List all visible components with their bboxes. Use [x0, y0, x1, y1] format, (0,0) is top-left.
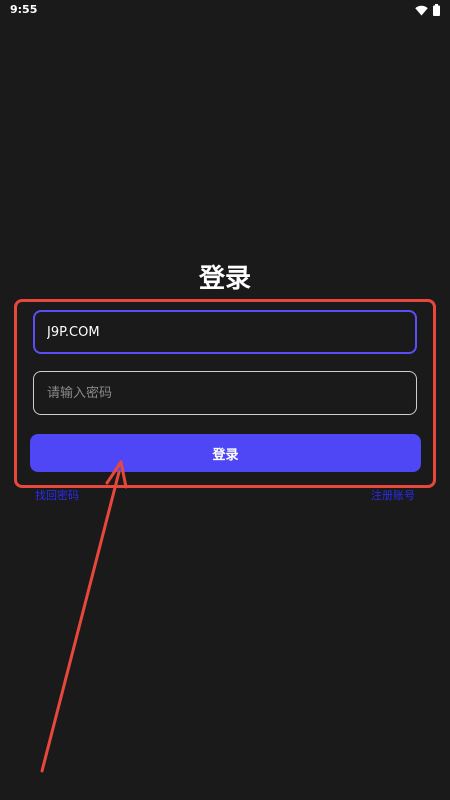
- status-bar: 9:55: [0, 0, 450, 20]
- password-input[interactable]: [33, 371, 417, 415]
- login-button[interactable]: 登录: [30, 434, 421, 472]
- battery-icon: [433, 4, 440, 16]
- wifi-icon: [415, 5, 428, 16]
- username-input[interactable]: [33, 310, 417, 354]
- page-title: 登录: [198, 264, 251, 294]
- login-screen: 9:55 登录 登录 找回密码 注册账号: [0, 0, 450, 800]
- status-time: 9:55: [10, 3, 38, 16]
- status-icons: [415, 4, 440, 16]
- forgot-password-link[interactable]: 找回密码: [35, 487, 79, 503]
- login-form: 登录 找回密码 注册账号: [0, 0, 450, 800]
- register-link[interactable]: 注册账号: [371, 487, 415, 503]
